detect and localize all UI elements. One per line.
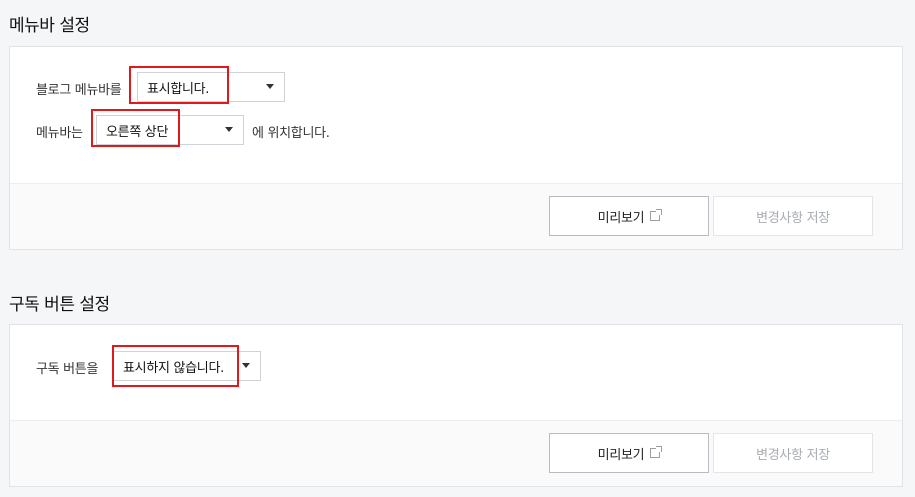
menubar-section-title: 메뉴바 설정 bbox=[9, 16, 90, 36]
preview-button-label: 미리보기 bbox=[597, 447, 645, 463]
menubar-panel-footer: 미리보기 변경사항 저장 bbox=[10, 183, 902, 249]
subscribe-section-title: 구독 버튼 설정 bbox=[9, 295, 110, 315]
subscribe-display-select[interactable]: 표시하지 않습니다. bbox=[113, 351, 261, 381]
caret-down-icon bbox=[225, 127, 233, 132]
menubar-position-label: 메뉴바는 bbox=[36, 126, 83, 141]
subscribe-display-value: 표시하지 않습니다. bbox=[123, 360, 224, 376]
menubar-save-button[interactable]: 변경사항 저장 bbox=[713, 196, 873, 236]
preview-button-label: 미리보기 bbox=[597, 210, 645, 226]
subscribe-preview-button[interactable]: 미리보기 bbox=[549, 433, 709, 473]
external-link-icon bbox=[650, 446, 663, 458]
subscribe-save-button[interactable]: 변경사항 저장 bbox=[713, 433, 873, 473]
caret-down-icon bbox=[242, 363, 250, 368]
save-button-label: 변경사항 저장 bbox=[756, 447, 830, 463]
menubar-position-suffix: 에 위치합니다. bbox=[252, 126, 330, 141]
menubar-display-select[interactable]: 표시합니다. bbox=[137, 72, 285, 102]
menubar-position-value: 오른쪽 상단 bbox=[106, 124, 169, 140]
external-link-icon bbox=[650, 209, 663, 221]
menubar-display-value: 표시합니다. bbox=[147, 81, 210, 97]
menubar-preview-button[interactable]: 미리보기 bbox=[549, 196, 709, 236]
menubar-position-select[interactable]: 오른쪽 상단 bbox=[96, 115, 244, 145]
caret-down-icon bbox=[266, 84, 274, 89]
subscribe-settings-panel: 구독 버튼을 표시하지 않습니다. 미리보기 변경사항 저장 bbox=[9, 324, 903, 487]
save-button-label: 변경사항 저장 bbox=[756, 210, 830, 226]
menubar-settings-panel: 블로그 메뉴바를 표시합니다. 메뉴바는 오른쪽 상단 에 위치합니다. 미리보… bbox=[9, 46, 903, 250]
menubar-display-label: 블로그 메뉴바를 bbox=[36, 83, 122, 98]
subscribe-panel-footer: 미리보기 변경사항 저장 bbox=[10, 420, 902, 486]
subscribe-display-label: 구독 버튼을 bbox=[36, 362, 99, 377]
